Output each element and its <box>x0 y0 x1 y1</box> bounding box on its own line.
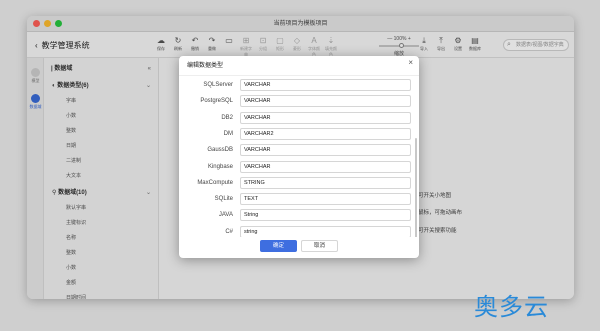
cancel-button[interactable]: 取消 <box>301 240 338 252</box>
datatype-row: SQLServer VARCHAR <box>179 79 411 92</box>
dialog-footer: 确定 取消 <box>179 236 419 258</box>
db-label: GaussDB <box>207 147 233 154</box>
datatype-row: Kingbase VARCHAR <box>179 160 411 174</box>
edit-datatype-dialog: 编辑数据类型 × SQLServer VARCHAR PostgreSQL VARCH… <box>179 56 419 258</box>
dialog-body: SQLServer VARCHAR PostgreSQL VARCHAR DB2 VARC… <box>179 75 419 237</box>
db-label: DM <box>223 130 233 137</box>
datatype-input[interactable]: VARCHAR <box>240 160 411 173</box>
db-label: C# <box>225 228 233 235</box>
db-label: MaxCompute <box>197 179 233 186</box>
datatype-input[interactable]: VARCHAR <box>240 144 411 157</box>
db-label: SQLite <box>214 196 233 203</box>
dialog-scrollbar[interactable] <box>415 138 417 237</box>
datatype-row: MaxCompute STRING <box>179 176 411 190</box>
datatype-row: GaussDB VARCHAR <box>179 144 411 157</box>
datatype-input[interactable]: VARCHAR <box>240 79 411 91</box>
datatype-row: JAVA String <box>179 209 411 222</box>
datatype-row: DB2 VARCHAR <box>179 111 411 125</box>
db-label: Kingbase <box>207 163 233 170</box>
datatype-input[interactable]: STRING <box>240 176 411 189</box>
datatype-input[interactable]: VARCHAR <box>240 111 411 124</box>
db-label: DB2 <box>221 114 233 121</box>
datatype-input[interactable]: TEXT <box>240 193 411 206</box>
datatype-row: DM VARCHAR2 <box>179 127 411 141</box>
db-label: SQLServer <box>203 82 233 88</box>
watermark-logo: 奥多云 <box>474 293 549 321</box>
db-label: PostgreSQL <box>200 98 233 105</box>
dialog-title: 编辑数据类型 <box>187 63 224 69</box>
confirm-button[interactable]: 确定 <box>260 240 297 252</box>
db-label: JAVA <box>218 212 233 219</box>
datatype-input[interactable]: VARCHAR2 <box>240 127 411 140</box>
datatype-input[interactable]: VARCHAR <box>240 95 411 108</box>
datatype-row: SQLite TEXT <box>179 193 411 206</box>
datatype-row: PostgreSQL VARCHAR <box>179 95 411 108</box>
close-icon[interactable]: × <box>408 58 413 67</box>
datatype-input[interactable]: String <box>240 209 411 222</box>
